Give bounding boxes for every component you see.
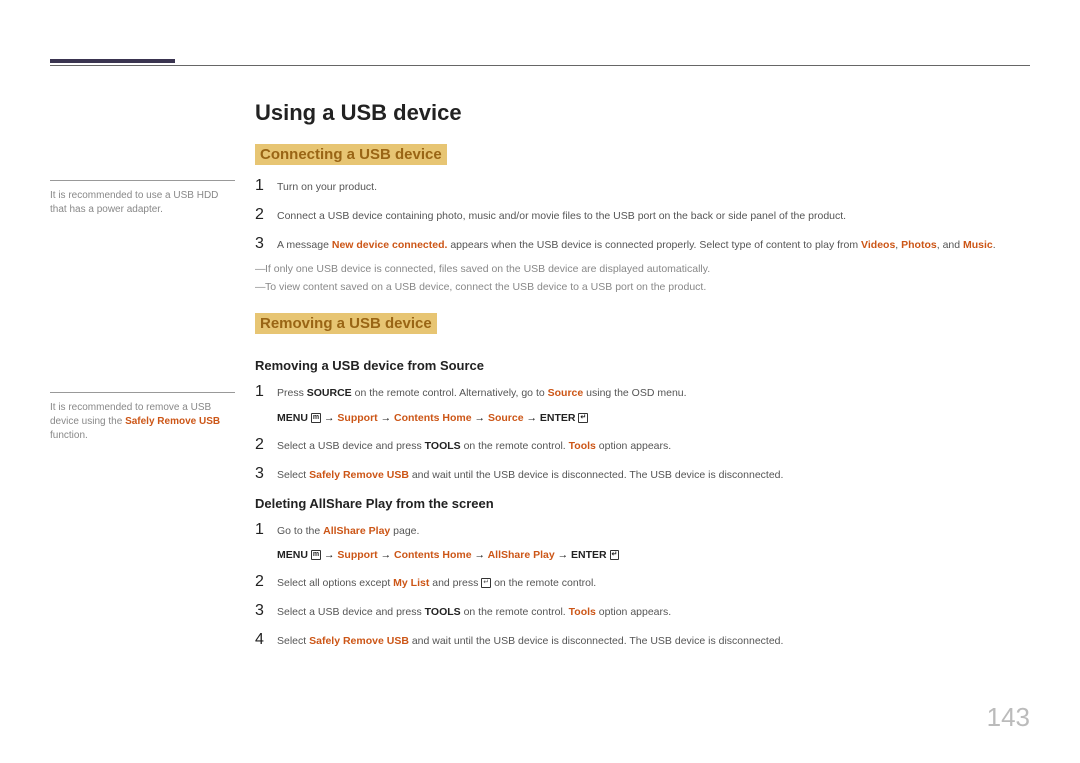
sidenote-1-text: It is recommended to use a USB HDD that … bbox=[50, 190, 218, 215]
note-line: To view content saved on a USB device, c… bbox=[255, 281, 1030, 293]
heading-removing: Removing a USB device bbox=[255, 313, 437, 334]
step-number: 3 bbox=[255, 235, 277, 253]
sidenote-2-c: function. bbox=[50, 430, 88, 441]
step-number: 1 bbox=[255, 177, 277, 195]
nav-path: MENU m → Support → Contents Home → AllSh… bbox=[277, 549, 1030, 561]
step-row: 3 A message New device connected. appear… bbox=[255, 235, 1030, 254]
menu-icon: m bbox=[311, 413, 321, 423]
nav-path: MENU m → Support → Contents Home → Sourc… bbox=[277, 412, 1030, 424]
step-number: 2 bbox=[255, 436, 277, 454]
step-row: 1 Go to the AllShare Play page. bbox=[255, 521, 1030, 540]
page-number: 143 bbox=[987, 702, 1030, 733]
header-accent bbox=[50, 59, 175, 63]
sidebar: It is recommended to use a USB HDD that … bbox=[50, 100, 255, 670]
heading-connecting: Connecting a USB device bbox=[255, 144, 447, 165]
page: It is recommended to use a USB HDD that … bbox=[0, 0, 1080, 710]
step-row: 2 Connect a USB device containing photo,… bbox=[255, 206, 1030, 225]
step-row: 2 Select a USB device and press TOOLS on… bbox=[255, 436, 1030, 455]
note-line: If only one USB device is connected, fil… bbox=[255, 263, 1030, 275]
main-content: Using a USB device Connecting a USB devi… bbox=[255, 100, 1030, 670]
step-row: 3 Select a USB device and press TOOLS on… bbox=[255, 602, 1030, 621]
step-number: 1 bbox=[255, 383, 277, 401]
step-text: Select Safely Remove USB and wait until … bbox=[277, 468, 783, 484]
subheading-delete-allshare: Deleting AllShare Play from the screen bbox=[255, 496, 1030, 511]
step-number: 3 bbox=[255, 465, 277, 483]
step-text: Select all options except My List and pr… bbox=[277, 576, 596, 592]
step-row: 1 Turn on your product. bbox=[255, 177, 1030, 196]
step-row: 3 Select Safely Remove USB and wait unti… bbox=[255, 465, 1030, 484]
step-text: Select Safely Remove USB and wait until … bbox=[277, 634, 783, 650]
step-text: Press SOURCE on the remote control. Alte… bbox=[277, 386, 687, 402]
enter-icon: ↵ bbox=[481, 578, 491, 588]
menu-icon: m bbox=[311, 550, 321, 560]
step-text: Connect a USB device containing photo, m… bbox=[277, 209, 846, 225]
step-number: 4 bbox=[255, 631, 277, 649]
step-row: 4 Select Safely Remove USB and wait unti… bbox=[255, 631, 1030, 650]
enter-icon: ↵ bbox=[578, 413, 588, 423]
step-text: Select a USB device and press TOOLS on t… bbox=[277, 605, 671, 621]
step-number: 2 bbox=[255, 206, 277, 224]
sidenote-2-b: Safely Remove USB bbox=[125, 416, 220, 427]
subheading-remove-source: Removing a USB device from Source bbox=[255, 358, 1030, 373]
step-text: Turn on your product. bbox=[277, 180, 377, 196]
step-number: 1 bbox=[255, 521, 277, 539]
sidenote-2: It is recommended to remove a USB device… bbox=[50, 392, 235, 443]
step-text: A message New device connected. appears … bbox=[277, 238, 996, 254]
step-text: Select a USB device and press TOOLS on t… bbox=[277, 439, 671, 455]
step-number: 3 bbox=[255, 602, 277, 620]
sidenote-1: It is recommended to use a USB HDD that … bbox=[50, 180, 235, 217]
step-number: 2 bbox=[255, 573, 277, 591]
section-removing: Removing a USB device Removing a USB dev… bbox=[255, 313, 1030, 649]
section-connecting: Connecting a USB device 1 Turn on your p… bbox=[255, 144, 1030, 293]
step-row: 1 Press SOURCE on the remote control. Al… bbox=[255, 383, 1030, 402]
page-title: Using a USB device bbox=[255, 100, 1030, 126]
header-rule bbox=[50, 65, 1030, 66]
step-text: Go to the AllShare Play page. bbox=[277, 524, 419, 540]
enter-icon: ↵ bbox=[610, 550, 620, 560]
step-row: 2 Select all options except My List and … bbox=[255, 573, 1030, 592]
